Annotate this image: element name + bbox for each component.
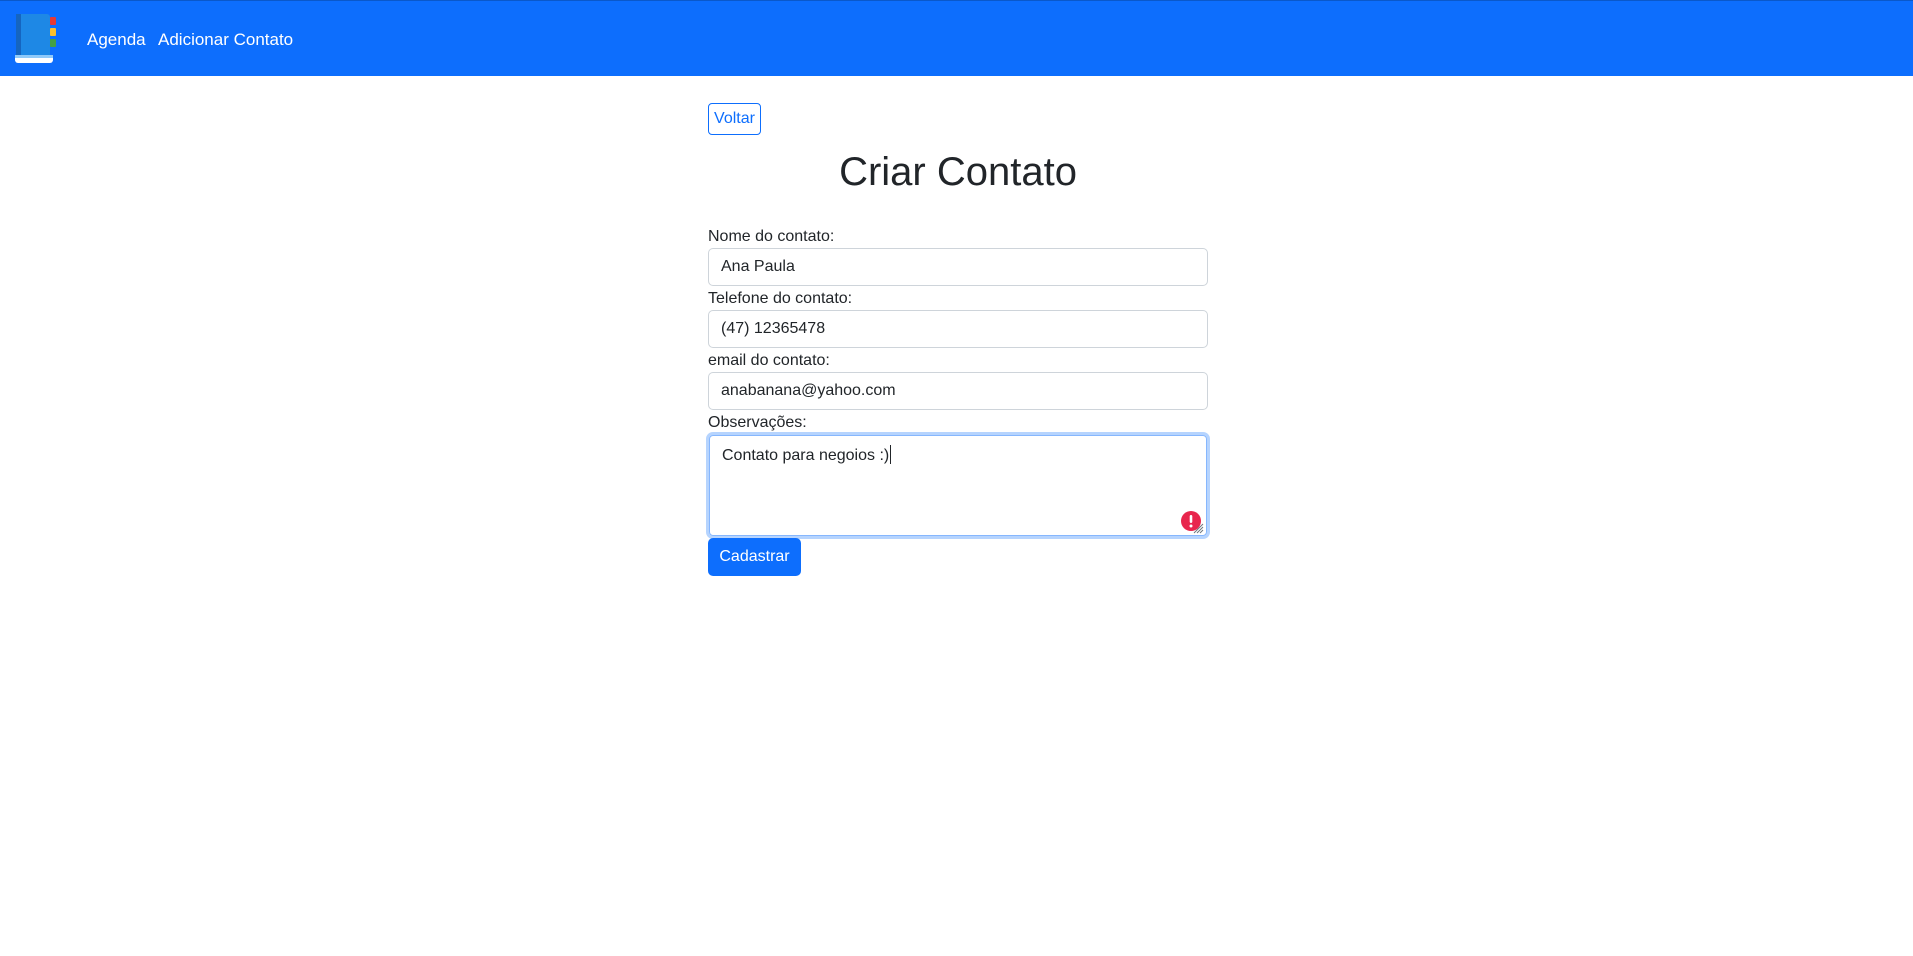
page-title: Criar Contato — [839, 150, 1077, 194]
notes-text: Contato para negoios :) — [722, 447, 890, 464]
nav-link-add-contact[interactable]: Adicionar Contato — [158, 29, 293, 51]
back-button[interactable]: Voltar — [708, 103, 761, 135]
name-input[interactable]: Ana Paula — [708, 248, 1208, 286]
phone-label: Telefone do contato: — [708, 290, 853, 307]
text-caret — [890, 445, 892, 464]
top-navbar: Agenda Adicionar Contato — [0, 0, 1913, 76]
email-input[interactable]: anabanana@yahoo.com — [708, 372, 1208, 410]
notes-textarea[interactable]: Contato para negoios :) — [709, 435, 1207, 536]
phone-input[interactable]: (47) 12365478 — [708, 310, 1208, 348]
notes-textarea-focus-ring: Contato para negoios :) — [706, 432, 1210, 539]
nav-link-agenda[interactable]: Agenda — [87, 29, 146, 51]
resize-handle-icon[interactable] — [1193, 523, 1204, 534]
notes-label: Observações: — [708, 414, 807, 431]
submit-button[interactable]: Cadastrar — [708, 538, 801, 576]
address-book-icon[interactable] — [14, 13, 60, 65]
name-label: Nome do contato: — [708, 228, 835, 245]
email-label: email do contato: — [708, 352, 830, 369]
